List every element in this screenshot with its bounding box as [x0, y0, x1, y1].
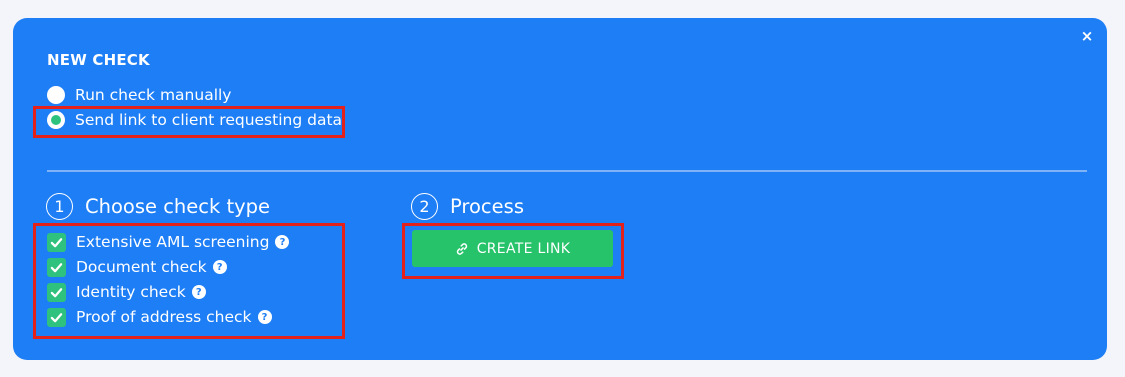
step-heading-text: Process — [450, 195, 524, 218]
step-number-badge: 2 — [411, 193, 438, 220]
checkmark-icon — [50, 237, 63, 247]
checkmark-icon — [50, 312, 63, 322]
divider — [47, 170, 1087, 172]
radio-run-manually[interactable]: Run check manually — [47, 84, 231, 106]
checkbox-checked[interactable] — [47, 307, 66, 327]
new-check-panel: × NEW CHECK Run check manually Send link… — [13, 18, 1107, 360]
checkmark-icon — [50, 262, 63, 272]
dialog-title: NEW CHECK — [47, 51, 150, 69]
checkbox-label: Identity check — [76, 283, 186, 301]
create-link-label: CREATE LINK — [476, 240, 571, 257]
help-icon[interactable]: ? — [257, 310, 272, 324]
checkbox-checked[interactable] — [47, 232, 66, 252]
checkbox-proof-of-address[interactable]: Proof of address check ? — [47, 307, 272, 327]
create-link-button[interactable]: CREATE LINK — [412, 230, 613, 267]
step-heading-text: Choose check type — [85, 195, 271, 218]
checkbox-checked[interactable] — [47, 282, 66, 302]
close-icon[interactable]: × — [1080, 29, 1094, 44]
checkbox-document-check[interactable]: Document check ? — [47, 257, 227, 277]
step-2-heading: 2 Process — [411, 193, 524, 220]
help-icon[interactable]: ? — [212, 260, 227, 274]
checkbox-label: Extensive AML screening — [76, 233, 270, 251]
radio-button-selected[interactable] — [47, 111, 65, 129]
step-1-heading: 1 Choose check type — [46, 193, 270, 220]
radio-label: Run check manually — [75, 86, 232, 104]
help-icon[interactable]: ? — [275, 235, 290, 249]
help-icon[interactable]: ? — [191, 285, 206, 299]
checkbox-identity-check[interactable]: Identity check ? — [47, 282, 206, 302]
radio-button-unselected[interactable] — [47, 86, 65, 104]
checkmark-icon — [50, 287, 63, 297]
radio-label: Send link to client requesting data — [75, 111, 343, 129]
checkbox-checked[interactable] — [47, 257, 66, 277]
radio-send-link[interactable]: Send link to client requesting data — [47, 109, 342, 131]
link-icon — [456, 242, 467, 255]
step-number-badge: 1 — [46, 193, 73, 220]
radio-selected-dot — [51, 115, 61, 125]
checkbox-label: Proof of address check — [76, 308, 252, 326]
checkbox-aml-screening[interactable]: Extensive AML screening ? — [47, 232, 290, 252]
checkbox-label: Document check — [76, 258, 207, 276]
